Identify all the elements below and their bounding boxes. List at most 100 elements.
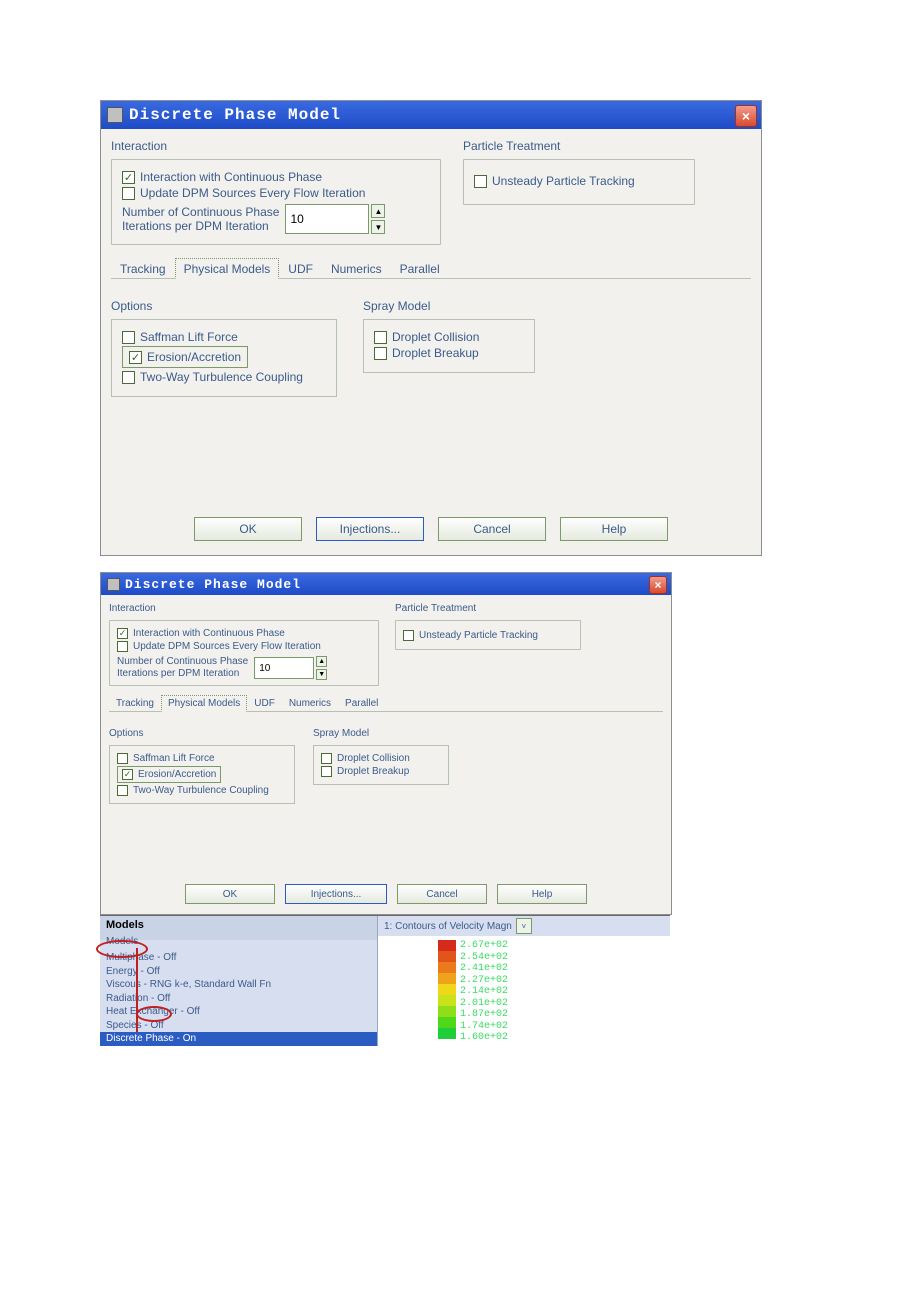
fluent-panel: Models Models Multiphase - OffEnergy - O… — [100, 915, 670, 1046]
tab-physical-models[interactable]: Physical Models — [175, 258, 280, 279]
tab-physical-models-small[interactable]: Physical Models — [161, 695, 247, 712]
models-item[interactable]: Energy - Off — [100, 965, 377, 979]
discrete-phase-model-dialog-small: Discrete Phase Model × Interaction Inter… — [100, 572, 672, 915]
iterations-label-line2-small: Iterations per DPM Iteration — [117, 668, 248, 680]
tab-udf-small[interactable]: UDF — [247, 695, 282, 712]
legend-color-swatch — [438, 962, 456, 973]
iterations-input[interactable]: 10 — [285, 204, 369, 234]
chk-update-dpm-small[interactable] — [117, 641, 128, 652]
legend-value: 2.54e+02 — [460, 952, 508, 964]
interaction-heading: Interaction — [111, 139, 441, 153]
tab-tracking-small[interactable]: Tracking — [109, 695, 161, 712]
legend-value: 2.14e+02 — [460, 986, 508, 998]
chk-update-dpm[interactable] — [122, 187, 135, 200]
legend-value: 2.67e+02 — [460, 940, 508, 952]
injections-button[interactable]: Injections... — [316, 517, 424, 541]
chk-saffman-lift-small[interactable] — [117, 753, 128, 764]
chk-two-way-coupling-small[interactable] — [117, 785, 128, 796]
spray-model-heading-small: Spray Model — [313, 728, 449, 739]
erosion-accretion-focus-small: Erosion/Accretion — [117, 766, 221, 783]
chk-saffman-lift-label: Saffman Lift Force — [140, 330, 238, 344]
chk-two-way-coupling[interactable] — [122, 371, 135, 384]
chk-update-dpm-label-small: Update DPM Sources Every Flow Iteration — [133, 641, 321, 652]
help-button-small[interactable]: Help — [497, 884, 587, 904]
models-item[interactable]: Viscous - RNG k-e, Standard Wall Fn — [100, 978, 377, 992]
legend-value: 1.87e+02 — [460, 1009, 508, 1021]
chk-droplet-collision-label-small: Droplet Collision — [337, 753, 410, 764]
iterations-spin-up[interactable]: ▲ — [371, 204, 385, 218]
viewer-dropdown[interactable]: ˅ — [516, 918, 532, 934]
ok-button-small[interactable]: OK — [185, 884, 275, 904]
window-title: Discrete Phase Model — [129, 106, 341, 124]
chk-two-way-coupling-label-small: Two-Way Turbulence Coupling — [133, 785, 269, 796]
interaction-heading-small: Interaction — [109, 603, 379, 614]
iterations-spin-down[interactable]: ▼ — [371, 220, 385, 234]
chk-continuous-phase-small[interactable] — [117, 628, 128, 639]
legend-colorbar — [438, 940, 456, 1039]
iterations-value: 10 — [290, 212, 303, 226]
chk-unsteady-tracking[interactable] — [474, 175, 487, 188]
chk-continuous-phase[interactable] — [122, 171, 135, 184]
iterations-value-small: 10 — [259, 663, 270, 674]
iterations-spin-up-small[interactable]: ▲ — [316, 656, 327, 667]
chk-droplet-collision-small[interactable] — [321, 753, 332, 764]
chk-two-way-coupling-label: Two-Way Turbulence Coupling — [140, 370, 303, 384]
cancel-button-small[interactable]: Cancel — [397, 884, 487, 904]
tab-tracking[interactable]: Tracking — [111, 258, 175, 279]
tab-numerics[interactable]: Numerics — [322, 258, 391, 279]
spray-model-group: Droplet Collision Droplet Breakup — [363, 319, 535, 373]
spray-model-group-small: Droplet Collision Droplet Breakup — [313, 745, 449, 785]
models-item[interactable]: Species - Off — [100, 1019, 377, 1033]
chk-droplet-collision[interactable] — [374, 331, 387, 344]
legend-value: 2.27e+02 — [460, 975, 508, 987]
legend-value: 1.74e+02 — [460, 1021, 508, 1033]
viewer-titlebar: 1: Contours of Velocity Magn ˅ — [378, 916, 670, 936]
legend-color-swatch — [438, 940, 456, 951]
legend-color-swatch — [438, 951, 456, 962]
legend-value: 1.60e+02 — [460, 1032, 508, 1044]
cancel-button[interactable]: Cancel — [438, 517, 546, 541]
legend-value: 2.01e+02 — [460, 998, 508, 1010]
tab-numerics-small[interactable]: Numerics — [282, 695, 338, 712]
chk-continuous-phase-label: Interaction with Continuous Phase — [140, 170, 322, 184]
help-button[interactable]: Help — [560, 517, 668, 541]
models-item[interactable]: Discrete Phase - On — [100, 1032, 377, 1046]
interaction-group: Interaction with Continuous Phase Update… — [111, 159, 441, 245]
iterations-input-small[interactable]: 10 — [254, 657, 314, 679]
viewer-title: 1: Contours of Velocity Magn — [384, 921, 512, 932]
chk-unsteady-tracking-label-small: Unsteady Particle Tracking — [419, 630, 538, 641]
models-item[interactable]: Radiation - Off — [100, 992, 377, 1006]
iterations-spin-down-small[interactable]: ▼ — [316, 669, 327, 680]
chk-saffman-lift[interactable] — [122, 331, 135, 344]
viewer-panel: 1: Contours of Velocity Magn ˅ 2.67e+022… — [378, 916, 670, 1046]
particle-treatment-heading: Particle Treatment — [463, 139, 695, 153]
annotation-oval-models — [96, 940, 148, 958]
titlebar-small: Discrete Phase Model × — [101, 573, 671, 595]
chk-droplet-breakup-small[interactable] — [321, 766, 332, 777]
particle-treatment-group: Unsteady Particle Tracking — [463, 159, 695, 205]
iterations-label-line1: Number of Continuous Phase — [122, 205, 279, 219]
injections-button-small[interactable]: Injections... — [285, 884, 387, 904]
legend-color-swatch — [438, 1006, 456, 1017]
models-list: Multiphase - OffEnergy - OffViscous - RN… — [100, 951, 377, 1046]
chk-erosion-accretion-small[interactable] — [122, 769, 133, 780]
chk-saffman-lift-label-small: Saffman Lift Force — [133, 753, 215, 764]
legend: 2.67e+022.54e+022.41e+022.27e+022.14e+02… — [378, 936, 670, 1044]
window-title-small: Discrete Phase Model — [125, 577, 301, 592]
options-heading: Options — [111, 299, 337, 313]
close-button-small[interactable]: × — [649, 576, 667, 594]
chk-unsteady-tracking-small[interactable] — [403, 630, 414, 641]
spray-model-heading: Spray Model — [363, 299, 535, 313]
iterations-label-line1-small: Number of Continuous Phase — [117, 656, 248, 668]
annotation-oval-heatexchanger — [136, 1006, 172, 1022]
app-icon — [107, 578, 120, 591]
tab-parallel-small[interactable]: Parallel — [338, 695, 385, 712]
close-button[interactable]: × — [735, 105, 757, 127]
ok-button[interactable]: OK — [194, 517, 302, 541]
chk-update-dpm-label: Update DPM Sources Every Flow Iteration — [140, 186, 365, 200]
chk-erosion-accretion[interactable] — [129, 351, 142, 364]
tab-parallel[interactable]: Parallel — [391, 258, 449, 279]
tab-udf[interactable]: UDF — [279, 258, 322, 279]
chk-droplet-breakup[interactable] — [374, 347, 387, 360]
legend-color-swatch — [438, 973, 456, 984]
